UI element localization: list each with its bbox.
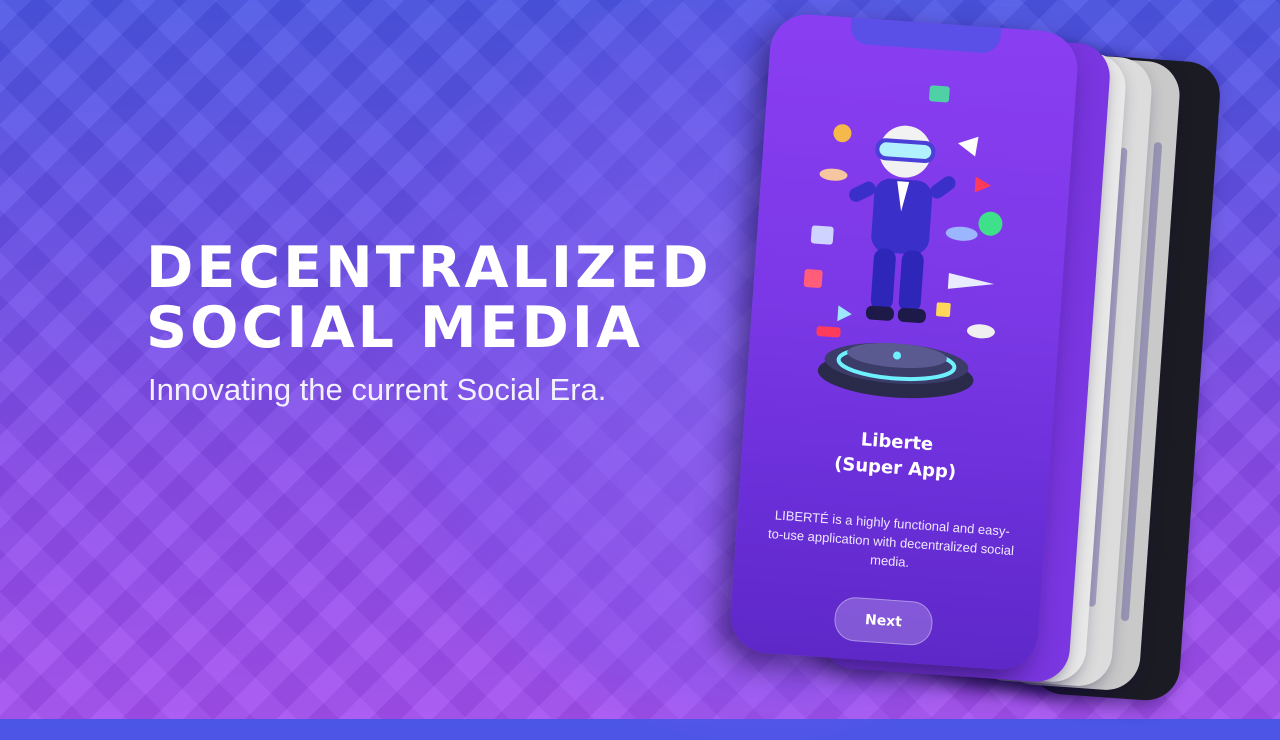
hero-text: DECENTRALIZED SOCIAL MEDIA Innovating th… <box>146 235 712 408</box>
screen-description: LIBERTÉ is a highly functional and easy-… <box>767 507 1015 570</box>
headline-line-2: SOCIAL MEDIA <box>146 295 644 361</box>
tagline: Innovating the current Social Era. <box>148 372 607 407</box>
front-phone: Liberte (Super App) LIBERTÉ is a highly … <box>728 12 1080 672</box>
headline-line-1: DECENTRALIZED <box>146 235 712 301</box>
phone-notch <box>849 17 1002 54</box>
vr-avatar-illustration-icon <box>803 85 1003 399</box>
headline: DECENTRALIZED SOCIAL MEDIA <box>146 235 712 361</box>
phone-mockup-stack: Liberte (Super App) LIBERTÉ is a highly … <box>720 10 1240 710</box>
next-button[interactable]: Next <box>833 595 934 647</box>
screen-title: Liberte (Super App) <box>741 419 1052 492</box>
